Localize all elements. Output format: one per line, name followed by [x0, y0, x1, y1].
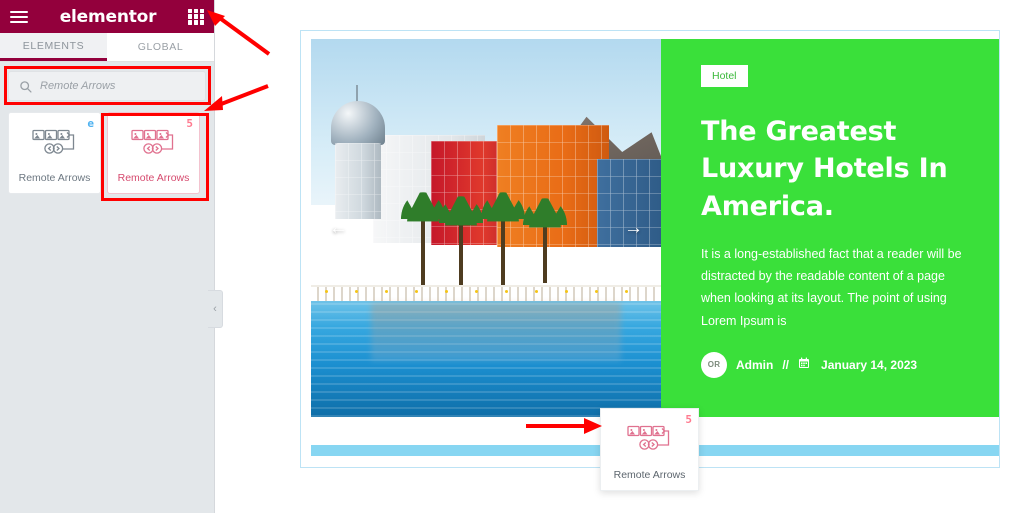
search-input[interactable]: [40, 80, 195, 92]
hero-title: The Greatest Luxury Hotels In America.: [701, 116, 948, 222]
panel-collapse-handle[interactable]: ‹: [208, 290, 223, 328]
hotel-photo: ← →: [311, 39, 661, 417]
apps-grid-icon[interactable]: [188, 8, 204, 25]
palm-tree: [459, 205, 463, 285]
hamburger-icon[interactable]: [10, 10, 28, 23]
search-box[interactable]: [8, 71, 206, 101]
elementor-panel: elementor ELEMENTS GLOBAL e: [0, 0, 215, 513]
widget-list: e Remote Arrows 5 Remote Arrows: [0, 109, 214, 194]
widget-label: Remote Arrows: [18, 171, 91, 184]
dome-tower: [325, 85, 391, 219]
preview-canvas: ← → Hotel The Greatest Luxury Hotels In …: [300, 30, 1000, 468]
hero-description: It is a long-established fact that a rea…: [701, 246, 962, 328]
palm-tree: [421, 201, 425, 289]
slider-next-arrow[interactable]: →: [624, 219, 643, 238]
widget-badge-s: 5: [685, 413, 692, 426]
avatar: OR: [701, 351, 727, 378]
arrow-to-apps-icon: [207, 10, 271, 56]
calendar-icon: [798, 357, 810, 372]
post-meta-row: OR Admin // January 14, 2023: [701, 351, 967, 378]
dragged-widget-ghost[interactable]: 5 Remote Arrows: [600, 408, 699, 491]
building-orange: [497, 125, 609, 247]
search-section: [0, 62, 214, 109]
palm-tree: [543, 207, 547, 283]
tab-global[interactable]: GLOBAL: [107, 33, 214, 61]
elementor-logo-text: elementor: [59, 6, 157, 27]
search-icon: [20, 80, 32, 93]
category-badge: Hotel: [701, 65, 748, 87]
author-name: Admin: [736, 357, 774, 372]
dragged-widget-label: Remote Arrows: [613, 469, 686, 481]
panel-tabs: ELEMENTS GLOBAL: [0, 33, 214, 62]
hero-content-panel: Hotel The Greatest Luxury Hotels In Amer…: [661, 39, 999, 417]
slider-prev-arrow[interactable]: ←: [329, 219, 348, 238]
promenade: [311, 285, 661, 301]
widget-card-remote-arrows-selected[interactable]: 5 Remote Arrows: [107, 112, 200, 194]
post-date: January 14, 2023: [821, 357, 918, 372]
hero-section: ← → Hotel The Greatest Luxury Hotels In …: [311, 39, 999, 417]
palm-tree: [501, 201, 505, 289]
widget-card-remote-arrows-pro[interactable]: e Remote Arrows: [8, 112, 101, 194]
remote-arrows-icon: [31, 129, 78, 162]
widget-badge-elementor: e: [87, 117, 94, 130]
meta-separator: //: [782, 357, 790, 372]
remote-arrows-icon: [626, 417, 673, 458]
widget-badge-s: 5: [186, 117, 193, 130]
panel-empty-area: [0, 201, 214, 513]
remote-arrows-icon: [130, 129, 177, 162]
tab-elements[interactable]: ELEMENTS: [0, 33, 107, 61]
widget-label: Remote Arrows: [117, 171, 190, 184]
pool-reflection: [371, 303, 621, 361]
panel-header: elementor: [0, 0, 214, 33]
